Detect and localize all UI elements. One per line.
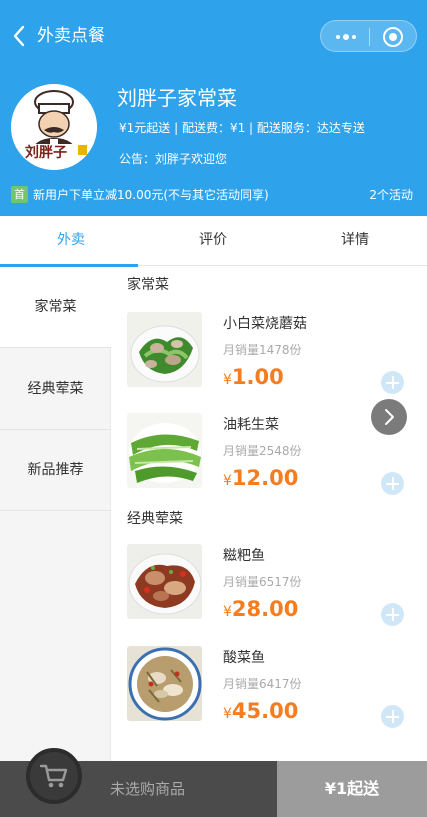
shopping-cart-icon[interactable]	[26, 748, 82, 804]
tab-bar: 外卖 评价 详情	[0, 216, 427, 267]
capsule-divider	[369, 28, 370, 46]
dish-price: ¥12.00	[223, 465, 298, 494]
category-home-style[interactable]: 家常菜	[0, 267, 111, 348]
price-value: 28.00	[231, 597, 299, 621]
dish-name: 小白菜烧蘑菇	[223, 316, 307, 332]
price-value: 45.00	[231, 699, 299, 723]
dish-monthly-sales: 月销量6417份	[223, 677, 302, 691]
cart-empty-text: 未选购商品	[110, 780, 186, 798]
menu-list: 家常菜 小白菜烧蘑菇 月销量1478份 ¥1.00 油耗生菜 月销量2548份 …	[111, 267, 427, 761]
dish-name: 酸菜鱼	[223, 650, 265, 666]
more-dots-icon[interactable]	[331, 26, 361, 48]
tab-reviews[interactable]: 评价	[142, 216, 284, 266]
tab-takeout[interactable]: 外卖	[0, 216, 142, 267]
dish-price: ¥28.00	[223, 596, 298, 625]
mini-program-capsule	[320, 20, 417, 52]
chevron-right-icon[interactable]	[371, 399, 407, 435]
shop-delivery-info: ¥1元起送 | 配送费：¥1 | 配送服务：达达专送	[119, 121, 365, 135]
promotion-row[interactable]: 首 新用户下单立减10.00元(不与其它活动同享) 2个活动	[0, 183, 427, 207]
dish-price: ¥1.00	[223, 364, 284, 393]
back-icon[interactable]	[10, 24, 30, 48]
price-value: 12.00	[231, 466, 299, 490]
category-new-items[interactable]: 新品推荐	[0, 430, 111, 511]
min-order-button[interactable]: ¥1起送	[277, 761, 427, 817]
dish-image	[127, 413, 202, 488]
add-to-cart-button[interactable]	[381, 603, 404, 626]
dish-monthly-sales: 月销量1478份	[223, 343, 302, 357]
page-title: 外卖点餐	[37, 26, 105, 46]
currency-symbol: ¥	[223, 473, 232, 489]
add-to-cart-button[interactable]	[381, 472, 404, 495]
shop-notice: 公告：刘胖子欢迎您	[119, 152, 228, 166]
dish-image	[127, 312, 202, 387]
section-title: 经典荤菜	[127, 511, 183, 527]
dish-image	[127, 646, 202, 721]
price-value: 1.00	[231, 365, 284, 389]
dish-name: 糍粑鱼	[223, 548, 265, 564]
activity-count[interactable]: 2个活动	[369, 186, 413, 204]
dish-image	[127, 544, 202, 619]
category-sidebar: 家常菜 经典荤菜 新品推荐	[0, 267, 111, 761]
shop-name: 刘胖子家常菜	[117, 86, 237, 110]
promotion-text: 新用户下单立减10.00元(不与其它活动同享)	[33, 188, 269, 202]
first-order-badge: 首	[11, 186, 28, 203]
currency-symbol: ¥	[223, 604, 232, 620]
category-classic-meat[interactable]: 经典荤菜	[0, 349, 111, 430]
currency-symbol: ¥	[223, 706, 232, 722]
close-mini-program-icon[interactable]	[383, 27, 403, 47]
add-to-cart-button[interactable]	[381, 371, 404, 394]
dish-item[interactable]: 小白菜烧蘑菇 月销量1478份 ¥1.00	[111, 312, 427, 408]
dish-item[interactable]: 糍粑鱼 月销量6517份 ¥28.00	[111, 544, 427, 640]
shop-header: 外卖点餐 刘胖子 刘胖子家常菜 ¥1元起送 | 配送费：¥1 | 配送服务：达达…	[0, 0, 427, 216]
add-to-cart-button[interactable]	[381, 705, 404, 728]
dish-monthly-sales: 月销量2548份	[223, 444, 302, 458]
shop-logo: 刘胖子	[11, 84, 97, 170]
navigation-bar: 外卖点餐	[0, 0, 427, 72]
dish-name: 油耗生菜	[223, 417, 279, 433]
dish-item[interactable]: 酸菜鱼 月销量6417份 ¥45.00	[111, 646, 427, 742]
currency-symbol: ¥	[223, 372, 232, 388]
dish-price: ¥45.00	[223, 698, 298, 727]
section-title: 家常菜	[127, 277, 169, 293]
dish-monthly-sales: 月销量6517份	[223, 575, 302, 589]
svg-text:刘胖子: 刘胖子	[25, 144, 67, 161]
tab-details[interactable]: 详情	[284, 216, 426, 266]
